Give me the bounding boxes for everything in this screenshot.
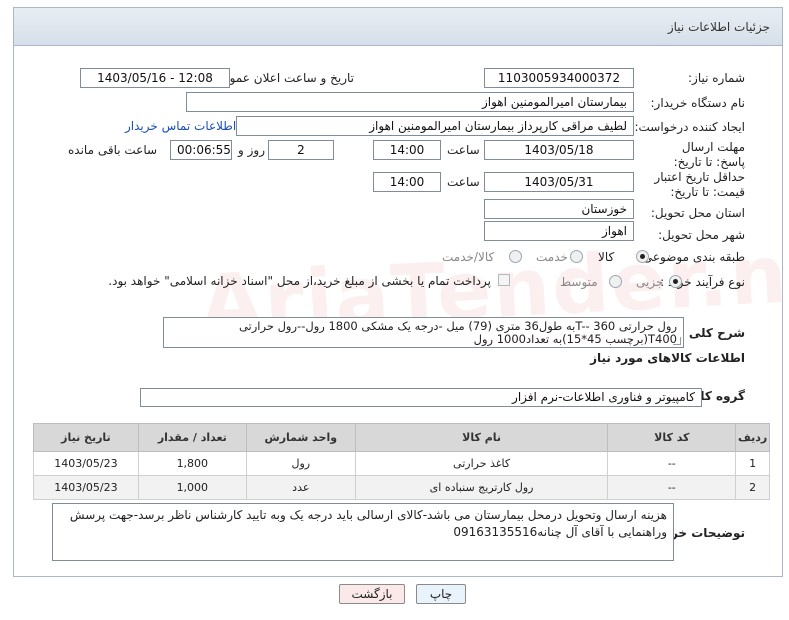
col-date: تاریخ نیاز	[33, 423, 139, 452]
creator-field[interactable]: لطیف مراقی کارپرداز بیمارستان امیرالمومن…	[236, 116, 634, 136]
province-field[interactable]: خوزستان	[484, 199, 634, 219]
process-option-minor: جزیی	[636, 275, 664, 289]
cell-name: رول کارتریج سنباده ای	[354, 475, 609, 500]
reply-time-label: ساعت	[447, 143, 480, 157]
cell-date: 1403/05/23	[33, 475, 139, 500]
reply-time-field[interactable]: 14:00	[373, 140, 441, 160]
description-textarea[interactable]: رول حرارتی T-- 360به طول36 متری (79) میل…	[163, 317, 684, 348]
cell-date: 1403/05/23	[33, 451, 139, 476]
cell-code: --	[607, 475, 737, 500]
buyer-notes-textarea[interactable]: هزینه ارسال وتحویل درمحل بیمارستان می با…	[52, 503, 674, 561]
page-title: جزئیات اطلاعات نیاز	[667, 20, 770, 34]
price-time-label: ساعت	[447, 175, 480, 189]
cell-qty: 1,000	[137, 475, 247, 500]
resize-handle[interactable]	[673, 337, 681, 345]
category-option-service: خدمت	[536, 250, 568, 264]
col-name: نام کالا	[354, 423, 609, 452]
category-option-goods: کالا	[598, 250, 615, 264]
province-label: استان محل تحویل:	[650, 206, 745, 220]
days-field[interactable]: 2	[268, 140, 334, 160]
creator-label: ایجاد کننده درخواست:	[634, 120, 745, 134]
announce-field[interactable]: 1403/05/16 - 12:08	[80, 68, 230, 88]
table-row[interactable]: 1 -- کاغذ حرارتی رول 1,800 1403/05/23	[33, 451, 770, 476]
category-radio-goods[interactable]	[636, 250, 649, 263]
payment-note: پرداخت تمام یا بخشی از مبلغ خرید،از محل …	[108, 274, 491, 288]
col-row: ردیف	[735, 423, 770, 452]
col-qty: تعداد / مقدار	[137, 423, 247, 452]
days-label: روز و	[238, 143, 265, 157]
process-radio-minor[interactable]	[669, 275, 682, 288]
table-header-row: ردیف کد کالا نام کالا واحد شمارش تعداد /…	[33, 423, 770, 452]
category-radio-service[interactable]	[570, 250, 583, 263]
city-label: شهر محل تحویل:	[658, 228, 745, 242]
need-number-label: شماره نیاز:	[688, 71, 745, 85]
city-field[interactable]: اهواز	[484, 221, 634, 241]
process-option-medium: متوسط	[560, 275, 598, 289]
goods-group-field[interactable]: کامپیوتر و فناوری اطلاعات-نرم افزار	[140, 388, 702, 407]
category-option-both: کالا/خدمت	[442, 250, 495, 264]
col-unit: واحد شمارش	[245, 423, 356, 452]
description-text: رول حرارتی T-- 360به طول36 متری (79) میل…	[238, 319, 677, 346]
contact-buyer-link[interactable]: اطلاعات تماس خریدار	[125, 119, 236, 133]
cell-qty: 1,800	[137, 451, 247, 476]
back-button[interactable]: بازگشت	[339, 584, 405, 604]
reply-deadline-label: مهلت ارسال پاسخ: تا تاریخ:	[673, 140, 745, 169]
announce-label: تاریخ و ساعت اعلان عمومی:	[209, 71, 354, 85]
goods-info-title: اطلاعات کالاهای مورد نیاز	[590, 351, 745, 365]
cell-name: کاغذ حرارتی	[354, 451, 609, 476]
cell-unit: رول	[245, 451, 356, 476]
price-valid-label: حداقل تاریخ اعتبار قیمت: تا تاریخ:	[654, 170, 745, 199]
process-radio-medium[interactable]	[609, 275, 622, 288]
remaining-field[interactable]: 00:06:55	[170, 140, 232, 160]
items-table: ردیف کد کالا نام کالا واحد شمارش تعداد /…	[33, 423, 770, 500]
buyer-notes-text: هزینه ارسال وتحویل درمحل بیمارستان می با…	[69, 508, 667, 539]
treasury-payment-checkbox[interactable]	[498, 274, 510, 286]
col-code: کد کالا	[607, 423, 737, 452]
need-number-field[interactable]: 1103005934000372	[484, 68, 634, 88]
price-time-field[interactable]: 14:00	[373, 172, 441, 192]
panel-header: جزئیات اطلاعات نیاز	[14, 8, 782, 46]
reply-date-field[interactable]: 1403/05/18	[484, 140, 634, 160]
price-date-field[interactable]: 1403/05/31	[484, 172, 634, 192]
cell-row: 1	[735, 451, 770, 476]
category-label: طبقه بندی موضوعی:	[638, 250, 745, 264]
print-button[interactable]: چاپ	[416, 584, 466, 604]
cell-unit: عدد	[245, 475, 356, 500]
category-radio-both[interactable]	[509, 250, 522, 263]
buyer-org-field[interactable]: بیمارستان امیرالمومنین اهواز	[186, 92, 634, 112]
remaining-label: ساعت باقی مانده	[68, 143, 158, 157]
cell-row: 2	[735, 475, 770, 500]
cell-code: --	[607, 451, 737, 476]
buyer-org-label: نام دستگاه خریدار:	[650, 96, 746, 110]
table-row[interactable]: 2 -- رول کارتریج سنباده ای عدد 1,000 140…	[33, 475, 770, 500]
